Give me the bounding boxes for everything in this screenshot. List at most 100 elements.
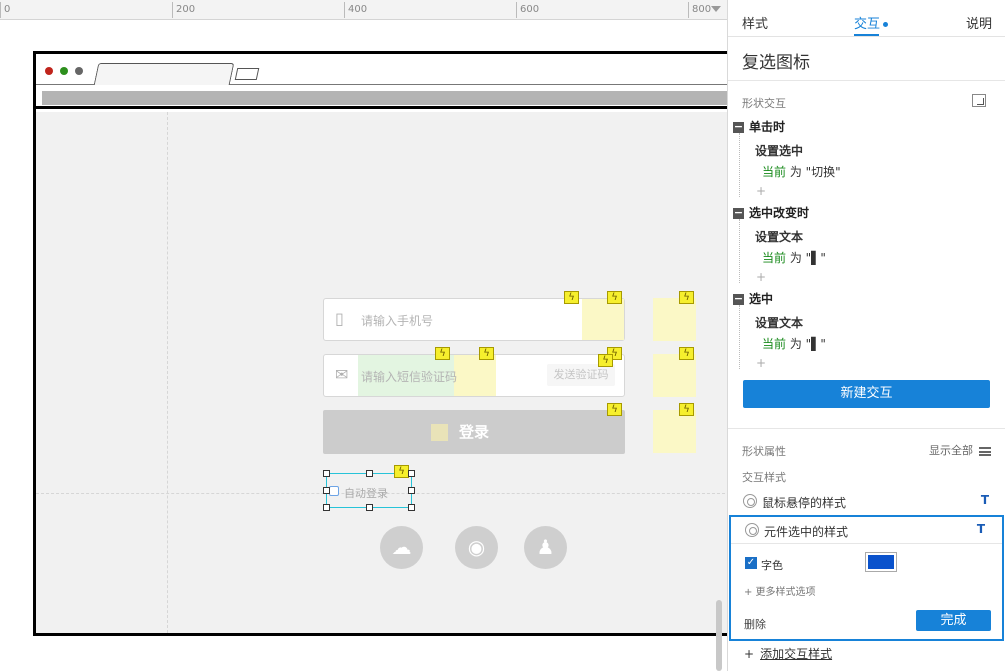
- interaction-bolt-icon[interactable]: ϟ: [679, 347, 694, 360]
- maximize-dot-icon: [75, 67, 83, 75]
- canvas-scrollbar[interactable]: [716, 600, 722, 671]
- show-all-label: 显示全部: [929, 444, 973, 457]
- resize-handle[interactable]: [366, 470, 373, 477]
- sms-code-field[interactable]: ✉ 请输入短信验证码 发送验证码: [323, 354, 625, 397]
- mail-icon: ✉: [335, 365, 349, 384]
- tree-line: [739, 305, 740, 369]
- inspector-panel: 样式 交互 说明 复选图标 形状交互 − 单击时 设置选中 当前 为 "切换" +…: [727, 0, 1005, 671]
- collapse-icon[interactable]: [972, 94, 986, 107]
- action-label[interactable]: 设置选中: [755, 142, 803, 159]
- prototype-page: ▯ 请输入手机号 ϟ ϟ ϟ ✉ 请输入短信验证码 发送验证码 ϟ ϟ ϟ ϟ …: [36, 112, 727, 633]
- action-label[interactable]: 设置文本: [755, 314, 803, 331]
- minus-icon[interactable]: −: [733, 121, 744, 133]
- action-value: 为 "切换": [789, 165, 841, 179]
- interaction-bolt-icon[interactable]: ϟ: [679, 403, 694, 416]
- divider: [728, 428, 1005, 429]
- style-label: 元件选中的样式: [764, 525, 849, 539]
- resize-handle[interactable]: [323, 470, 330, 477]
- ruler-tick: 400: [344, 2, 367, 18]
- interaction-bolt-icon[interactable]: ϟ: [564, 291, 579, 304]
- hidden-element-highlight[interactable]: [653, 354, 696, 397]
- action-target: 当前: [762, 337, 787, 351]
- action-detail[interactable]: 当前 为 "▌": [762, 249, 826, 266]
- active-tab-indicator: [854, 34, 879, 36]
- qq-icon[interactable]: ♟: [524, 526, 567, 569]
- resize-handle[interactable]: [408, 504, 415, 511]
- text-style-icon[interactable]: T: [977, 522, 985, 536]
- phone-highlight: [582, 299, 624, 340]
- action-detail[interactable]: 当前 为 "切换": [762, 163, 841, 180]
- event-selection-changed[interactable]: − 选中改变时: [733, 204, 809, 221]
- ruler-tick: 800: [688, 2, 711, 18]
- weibo-icon[interactable]: ◉: [455, 526, 498, 569]
- resize-handle[interactable]: [323, 487, 330, 494]
- checkbox-icon[interactable]: [329, 486, 339, 496]
- interaction-styles-label: 交互样式: [742, 471, 786, 484]
- new-tab-icon: [234, 68, 260, 80]
- text-style-icon[interactable]: T: [981, 493, 989, 507]
- event-label: 选中: [749, 292, 774, 306]
- more-style-options-link[interactable]: + 更多样式选项: [744, 583, 816, 598]
- font-color-checkbox[interactable]: ✓: [745, 557, 757, 569]
- shape-interactions-label: 形状交互: [742, 97, 786, 110]
- wechat-icon[interactable]: ☁: [380, 526, 423, 569]
- close-dot-icon: [45, 67, 53, 75]
- sms-yellow-highlight: [454, 355, 496, 396]
- browser-titlebar: [36, 54, 727, 85]
- address-row: [36, 86, 727, 109]
- action-label[interactable]: 设置文本: [755, 228, 803, 245]
- phone-field[interactable]: ▯ 请输入手机号: [323, 298, 625, 341]
- hidden-element-highlight[interactable]: [653, 410, 696, 453]
- app-window: 0 200 400 600 800 ▯ 请输入手机号 ϟ ϟ ϟ ✉ 请输入短信…: [0, 0, 1005, 671]
- interaction-bolt-icon[interactable]: ϟ: [607, 291, 622, 304]
- new-interaction-button[interactable]: 新建交互: [743, 380, 990, 408]
- font-color-label: 字色: [761, 559, 783, 572]
- add-action-button[interactable]: +: [756, 184, 766, 198]
- browser-frame-mockup: ▯ 请输入手机号 ϟ ϟ ϟ ✉ 请输入短信验证码 发送验证码 ϟ ϟ ϟ ϟ …: [33, 51, 727, 636]
- show-all-button[interactable]: 显示全部: [929, 442, 991, 458]
- menu-icon[interactable]: [979, 446, 991, 456]
- auto-login-label: 自动登录: [344, 487, 388, 500]
- event-label: 选中改变时: [749, 206, 810, 220]
- done-button[interactable]: 完成: [916, 610, 991, 631]
- style-row-selected[interactable]: 元件选中的样式 T: [730, 517, 1001, 543]
- interaction-bolt-icon[interactable]: ϟ: [435, 347, 450, 360]
- design-canvas[interactable]: 0 200 400 600 800 ▯ 请输入手机号 ϟ ϟ ϟ ✉ 请输入短信…: [0, 0, 727, 671]
- style-label: 鼠标悬停的样式: [762, 496, 847, 510]
- add-action-button[interactable]: +: [756, 270, 766, 284]
- interaction-bolt-icon[interactable]: ϟ: [679, 291, 694, 304]
- tab-style[interactable]: 样式: [742, 13, 768, 32]
- event-label: 单击时: [749, 120, 786, 134]
- guide-line-vertical[interactable]: [167, 112, 168, 633]
- widget-name[interactable]: 复选图标: [742, 48, 810, 73]
- auto-login-selection[interactable]: 自动登录: [326, 473, 412, 508]
- address-bar: [42, 91, 727, 105]
- tab-notes[interactable]: 说明: [966, 13, 992, 32]
- action-detail[interactable]: 当前 为 "▌": [762, 335, 826, 352]
- ruler-tick: 0: [0, 2, 10, 18]
- tree-line: [739, 133, 740, 197]
- action-value: 为 "▌": [789, 251, 826, 265]
- resize-handle[interactable]: [366, 504, 373, 511]
- style-row-hover[interactable]: 鼠标悬停的样式 T: [728, 488, 1005, 514]
- interaction-bolt-icon[interactable]: ϟ: [479, 347, 494, 360]
- resize-handle[interactable]: [408, 470, 415, 477]
- delete-button[interactable]: 删除: [744, 616, 766, 632]
- login-button[interactable]: 登录: [323, 410, 625, 454]
- tab-interaction[interactable]: 交互: [854, 13, 889, 32]
- minus-icon[interactable]: −: [733, 293, 744, 305]
- phone-placeholder: 请输入手机号: [361, 314, 434, 328]
- resize-handle[interactable]: [323, 504, 330, 511]
- resize-handle[interactable]: [408, 487, 415, 494]
- event-onclick[interactable]: − 单击时: [733, 118, 785, 135]
- interaction-bolt-icon[interactable]: ϟ: [394, 465, 409, 478]
- hidden-element-highlight[interactable]: [653, 298, 696, 341]
- add-interaction-style-link[interactable]: + 添加交互样式: [744, 645, 832, 662]
- minus-icon[interactable]: −: [733, 207, 744, 219]
- add-action-button[interactable]: +: [756, 356, 766, 370]
- ruler-dropdown-icon[interactable]: [711, 6, 721, 12]
- interaction-bolt-icon[interactable]: ϟ: [607, 403, 622, 416]
- color-picker[interactable]: [865, 552, 897, 572]
- interaction-bolt-icon[interactable]: ϟ: [598, 354, 613, 367]
- send-code-button[interactable]: 发送验证码: [547, 364, 615, 386]
